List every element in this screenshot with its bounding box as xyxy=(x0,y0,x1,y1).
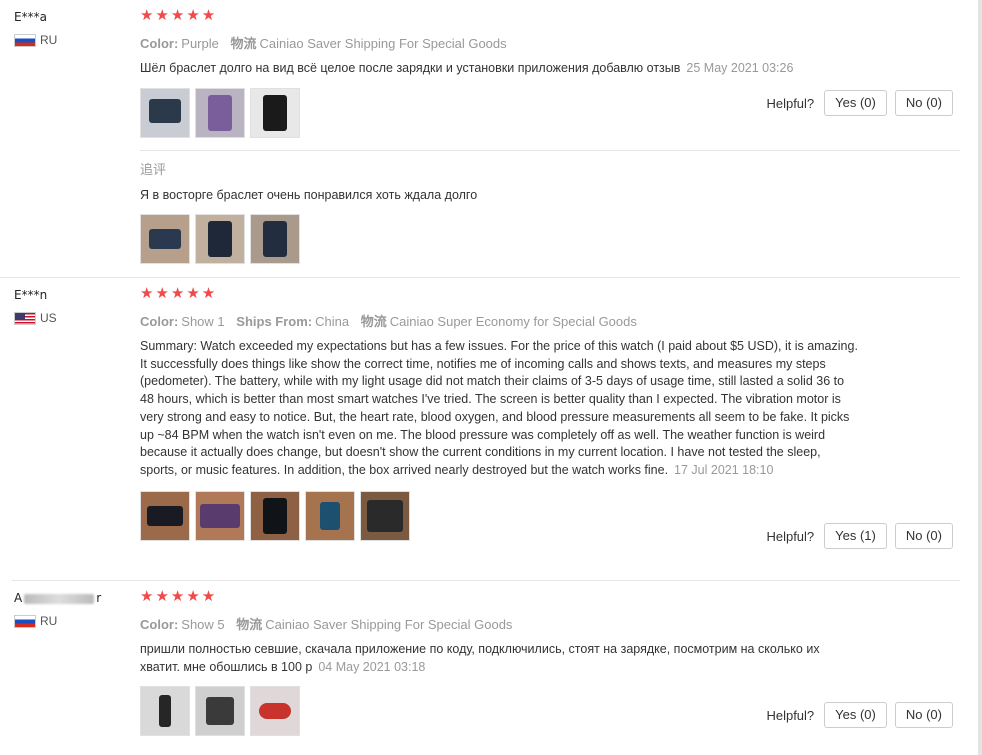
reviewer-name: E***a xyxy=(14,10,47,24)
review-card: E***n US ★★★★★ Color: Show 1 Ships From: C… xyxy=(12,278,960,581)
color-label: Color: xyxy=(140,617,179,632)
review-text-content: пришли полностью севшие, скачала приложе… xyxy=(140,642,820,674)
star-rating: ★★★★★ xyxy=(140,7,218,24)
country-code: RU xyxy=(40,614,58,628)
vote-yes-button[interactable]: Yes (0) xyxy=(824,702,887,728)
followup-photo-gallery xyxy=(140,213,960,264)
reviewer-name-start: A xyxy=(14,591,23,605)
review-photo[interactable] xyxy=(195,490,245,541)
review-photo[interactable] xyxy=(195,686,245,737)
followup-review: 追评 Я в восторге браслет очень понравился… xyxy=(140,149,960,264)
review-photo[interactable] xyxy=(250,213,300,264)
helpful-votes: Helpful? Yes (0) No (0) xyxy=(766,702,953,728)
reviewer-country: US xyxy=(14,310,134,326)
reviewer-info: E***a RU xyxy=(14,8,134,48)
vote-no-button[interactable]: No (0) xyxy=(894,523,953,549)
reviewer-info: Ar RU xyxy=(14,589,134,629)
helpful-votes: Helpful? Yes (1) No (0) xyxy=(766,523,953,549)
redacted-name-blur xyxy=(24,593,95,604)
reviewer-country: RU xyxy=(14,613,134,629)
review-photo[interactable] xyxy=(140,490,190,541)
reviewer-name: Ar xyxy=(14,589,134,607)
shipping-value: Cainiao Saver Shipping For Special Goods xyxy=(265,617,513,632)
review-photo[interactable] xyxy=(195,213,245,264)
review-photo[interactable] xyxy=(140,87,190,138)
star-rating: ★★★★★ xyxy=(140,588,218,605)
review-text: Summary: Watch exceeded my expectations … xyxy=(140,338,860,480)
reviewer-info: E***n US xyxy=(14,286,134,326)
russia-flag-icon xyxy=(14,614,36,628)
review-text-content: Summary: Watch exceeded my expectations … xyxy=(140,339,858,477)
review-body: ★★★★★ Color: Show 5 物流 Cainiao Saver Shipp… xyxy=(140,587,960,737)
shipping-value: Cainiao Super Economy for Special Goods xyxy=(389,314,637,329)
vote-yes-button[interactable]: Yes (0) xyxy=(824,90,887,116)
country-code: RU xyxy=(40,33,58,47)
vote-no-button[interactable]: No (0) xyxy=(894,702,953,728)
review-photo[interactable] xyxy=(195,87,245,138)
reviewer-country: RU xyxy=(14,32,134,48)
review-photo[interactable] xyxy=(360,490,410,541)
review-date: 04 May 2021 03:18 xyxy=(318,659,426,674)
vote-no-button[interactable]: No (0) xyxy=(894,90,953,116)
country-code: US xyxy=(40,311,57,325)
review-body: ★★★★★ Color: Show 1 Ships From: China 物流 Ca… xyxy=(140,284,960,549)
color-label: Color: xyxy=(140,314,179,329)
shipping-label: 物流 xyxy=(236,617,263,632)
review-photo[interactable] xyxy=(250,686,300,737)
color-value: Purple xyxy=(181,36,219,51)
usa-flag-icon xyxy=(14,311,36,325)
review-text: Шёл браслет долго на вид всё целое после… xyxy=(140,60,960,78)
shipping-value: Cainiao Saver Shipping For Special Goods xyxy=(259,36,507,51)
review-text-content: Шёл браслет долго на вид всё целое после… xyxy=(140,61,681,75)
review-meta: Color: Show 1 Ships From: China 物流 Cainiao … xyxy=(140,313,960,330)
star-rating: ★★★★★ xyxy=(140,285,218,302)
ships-from-label: Ships From: xyxy=(236,314,313,329)
helpful-label: Helpful? xyxy=(766,707,815,723)
review-photo[interactable] xyxy=(140,213,190,264)
vote-yes-button[interactable]: Yes (1) xyxy=(824,523,887,549)
review-meta: Color: Purple 物流 Cainiao Saver Shipping Fo… xyxy=(140,35,960,52)
shipping-label: 物流 xyxy=(230,36,257,51)
shipping-label: 物流 xyxy=(360,314,387,329)
reviewer-name-end: r xyxy=(96,591,102,605)
color-value: Show 5 xyxy=(181,617,225,632)
review-body: ★★★★★ Color: Purple 物流 Cainiao Saver Shipp… xyxy=(140,6,960,264)
review-meta: Color: Show 5 物流 Cainiao Saver Shipping Fo… xyxy=(140,616,960,633)
helpful-label: Helpful? xyxy=(766,528,815,544)
color-label: Color: xyxy=(140,36,179,51)
followup-text: Я в восторге браслет очень понравился хо… xyxy=(140,187,478,202)
review-photo[interactable] xyxy=(250,87,300,138)
helpful-votes: Helpful? Yes (0) No (0) xyxy=(766,90,953,116)
review-photo[interactable] xyxy=(140,686,190,737)
review-photo[interactable] xyxy=(305,490,355,541)
scrollbar[interactable] xyxy=(978,0,982,755)
helpful-label: Helpful? xyxy=(766,95,815,111)
review-card: Ar RU ★★★★★ Color: Show 5 物流 Cainiao Saver… xyxy=(0,581,960,755)
review-date: 17 Jul 2021 18:10 xyxy=(674,462,774,477)
review-date: 25 May 2021 03:26 xyxy=(686,61,794,75)
ships-from-value: China xyxy=(315,314,350,329)
review-card: E***a RU ★★★★★ Color: Purple 物流 Cainiao Sa… xyxy=(0,0,960,278)
followup-title: 追评 xyxy=(140,161,167,177)
review-text: пришли полностью севшие, скачала приложе… xyxy=(140,641,820,676)
russia-flag-icon xyxy=(14,33,36,47)
color-value: Show 1 xyxy=(181,314,225,329)
review-photo[interactable] xyxy=(250,490,300,541)
reviewer-name: E***n xyxy=(14,288,48,302)
